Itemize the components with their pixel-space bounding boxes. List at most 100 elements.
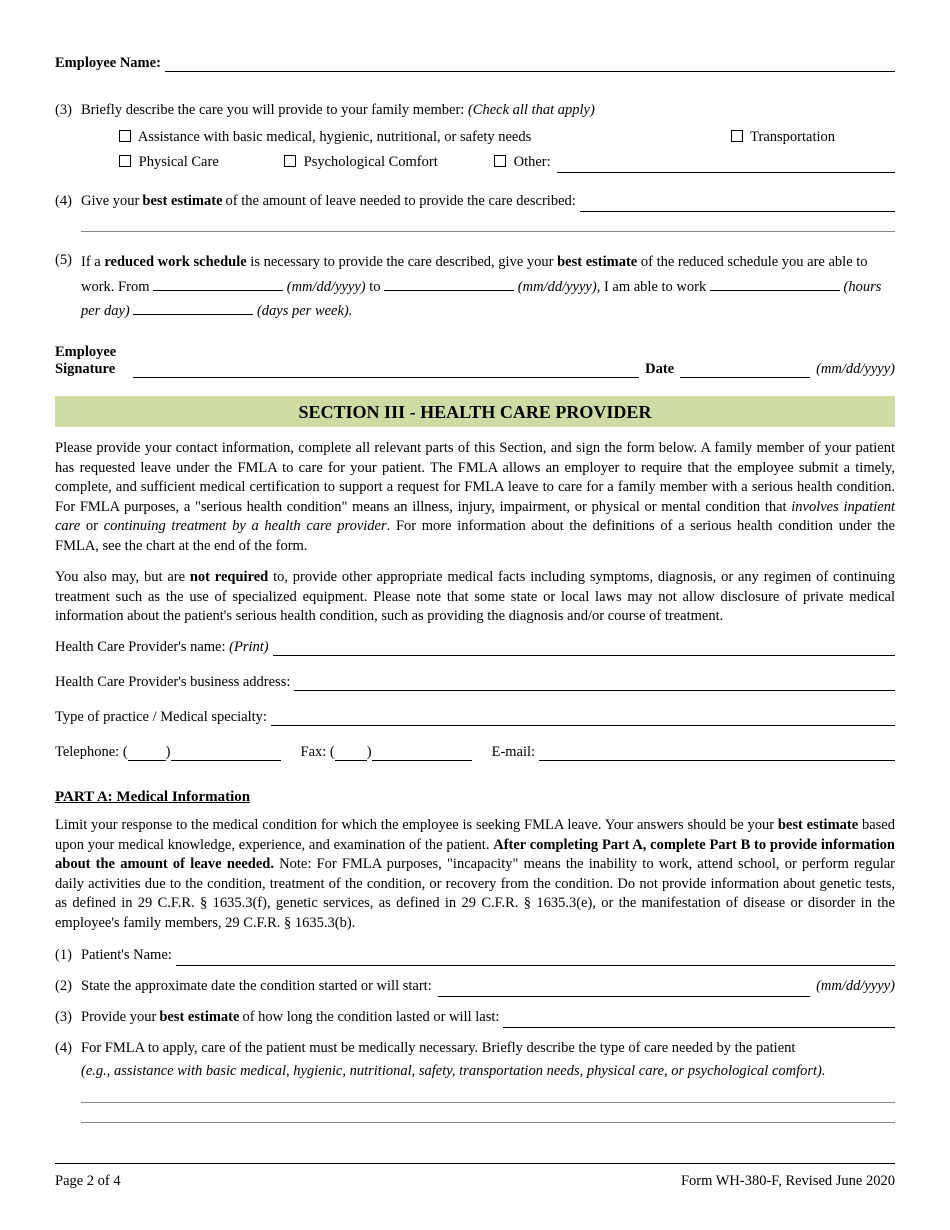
sig-emp2: Signature: [55, 361, 127, 378]
hcp-specialty-row: Type of practice / Medical specialty:: [55, 709, 895, 726]
checkbox-physical-care[interactable]: [119, 155, 131, 167]
sig-datehint: (mm/dd/yyyy): [816, 361, 895, 378]
pa-p1a: Limit your response to the medical condi…: [55, 817, 778, 833]
q5-t4: I am able to work: [600, 279, 710, 295]
employee-name-label: Employee Name:: [55, 55, 161, 72]
q3-num: (3): [55, 100, 81, 173]
footer-divider: [55, 1163, 895, 1164]
q5-mm2: (mm/dd/yyyy),: [518, 279, 601, 295]
pa-q4-num: (4): [55, 1038, 81, 1122]
other-field[interactable]: [557, 159, 895, 173]
hcp-name-print: (Print): [229, 639, 268, 655]
q4-num: (4): [55, 191, 81, 232]
pa-q4-line2[interactable]: [81, 1107, 895, 1123]
checkbox-psychological-comfort[interactable]: [284, 155, 296, 167]
email-field[interactable]: [539, 747, 895, 761]
checkbox-transportation[interactable]: [731, 130, 743, 142]
hcp-name-row: Health Care Provider's name: (Print): [55, 639, 895, 656]
q5-t2: is necessary to provide the care describ…: [247, 254, 557, 270]
q3-opt4: Psychological Comfort: [304, 154, 438, 170]
q4-line2[interactable]: [81, 216, 895, 232]
fax-area-field[interactable]: [335, 747, 367, 761]
signature-field[interactable]: [133, 364, 639, 378]
checkbox-assistance[interactable]: [119, 130, 131, 142]
q5-to-field[interactable]: [384, 290, 514, 291]
section3-para1: Please provide your contact information,…: [55, 439, 895, 556]
hcp-name-label: Health Care Provider's name:: [55, 639, 229, 655]
section3-para2: You also may, but are not required to, p…: [55, 568, 895, 627]
hcp-address-label: Health Care Provider's business address:: [55, 674, 290, 691]
condition-start-field[interactable]: [438, 983, 810, 997]
q5-t1: If a: [81, 254, 104, 270]
question-3: (3) Briefly describe the care you will p…: [55, 100, 895, 173]
q5-mm1: (mm/dd/yyyy): [287, 279, 366, 295]
telephone-label: Telephone: (: [55, 744, 128, 761]
pa-q1-label: Patient's Name:: [81, 945, 172, 966]
s3-p1d: continuing treatment by a health care pr…: [104, 518, 387, 534]
s3-p2b: not required: [190, 569, 268, 585]
q4-post: of the amount of leave needed to provide…: [226, 191, 576, 212]
section-3-header: SECTION III - HEALTH CARE PROVIDER: [55, 396, 895, 427]
date-field[interactable]: [680, 364, 810, 378]
employee-name-field[interactable]: [165, 58, 895, 72]
hcp-address-field[interactable]: [294, 677, 895, 691]
q3-opt2-wrap: Transportation: [731, 127, 895, 148]
q3-opt5-wrap: Other:: [494, 152, 551, 173]
pa-q3: (3) Provide your best estimate of how lo…: [55, 1007, 895, 1028]
q4-bold: best estimate: [142, 191, 222, 212]
fax-label: Fax: (: [301, 744, 335, 761]
sig-emp1: Employee: [55, 344, 127, 361]
q5-to: to: [366, 279, 385, 295]
pa-q3b: best estimate: [159, 1007, 239, 1028]
q3-opt3: Physical Care: [139, 154, 219, 170]
pa-q2-label: State the approximate date the condition…: [81, 976, 432, 997]
pa-q1-num: (1): [55, 945, 81, 966]
pa-q2-hint: (mm/dd/yyyy): [816, 976, 895, 997]
fax-number-field[interactable]: [372, 747, 472, 761]
patient-name-field[interactable]: [176, 952, 895, 966]
q3-opt1-wrap: Assistance with basic medical, hygienic,…: [119, 127, 531, 148]
pa-q3a: Provide your: [81, 1007, 156, 1028]
employee-name-row: Employee Name:: [55, 55, 895, 72]
q5-hpd: (hours per day): [81, 279, 881, 320]
q5-dpw: (days per week).: [257, 303, 352, 319]
question-4: (4) Give your best estimate of the amoun…: [55, 191, 895, 232]
q3-opt2: Transportation: [750, 129, 835, 145]
pa-p1b: best estimate: [778, 817, 858, 833]
pa-q4b: (e.g., assistance with basic medical, hy…: [81, 1061, 895, 1082]
q5-from-field[interactable]: [153, 290, 283, 291]
pa-q3-num: (3): [55, 1007, 81, 1028]
question-5: (5) If a reduced work schedule is necess…: [55, 250, 895, 324]
hcp-specialty-field[interactable]: [271, 712, 895, 726]
hcp-name-field[interactable]: [273, 642, 895, 656]
part-a-intro: Limit your response to the medical condi…: [55, 816, 895, 933]
pa-q3c: of how long the condition lasted or will…: [242, 1007, 499, 1028]
pa-q4: (4) For FMLA to apply, care of the patie…: [55, 1038, 895, 1122]
tel-number-field[interactable]: [171, 747, 281, 761]
footer-right: Form WH-380-F, Revised June 2020: [681, 1173, 895, 1190]
q5-days-field[interactable]: [133, 314, 253, 315]
pa-q1: (1) Patient's Name:: [55, 945, 895, 966]
pa-q4a: For FMLA to apply, care of the patient m…: [81, 1040, 795, 1056]
pa-q2: (2) State the approximate date the condi…: [55, 976, 895, 997]
q3-hint: (Check all that apply): [468, 102, 595, 118]
tel-area-field[interactable]: [128, 747, 166, 761]
s3-p1a: Please provide your contact information,…: [55, 440, 895, 515]
q3-opt5: Other:: [514, 154, 551, 170]
sig-date: Date: [645, 361, 674, 378]
q5-hours-field[interactable]: [710, 290, 840, 291]
condition-duration-field[interactable]: [503, 1014, 895, 1028]
checkbox-other[interactable]: [494, 155, 506, 167]
q5-b2: best estimate: [557, 254, 637, 270]
s3-p1c: or: [80, 518, 103, 534]
q5-num: (5): [55, 250, 81, 324]
q4-field[interactable]: [580, 198, 895, 212]
hcp-address-row: Health Care Provider's business address:: [55, 674, 895, 691]
signature-row: Employee Signature Date (mm/dd/yyyy): [55, 344, 895, 378]
footer-left: Page 2 of 4: [55, 1173, 121, 1190]
page-footer: Page 2 of 4 Form WH-380-F, Revised June …: [55, 1173, 895, 1190]
q3-opt3-wrap: Physical Care: [119, 152, 284, 173]
pa-q4-line1[interactable]: [81, 1087, 895, 1103]
hcp-specialty-label: Type of practice / Medical specialty:: [55, 709, 267, 726]
s3-p2a: You also may, but are: [55, 569, 190, 585]
